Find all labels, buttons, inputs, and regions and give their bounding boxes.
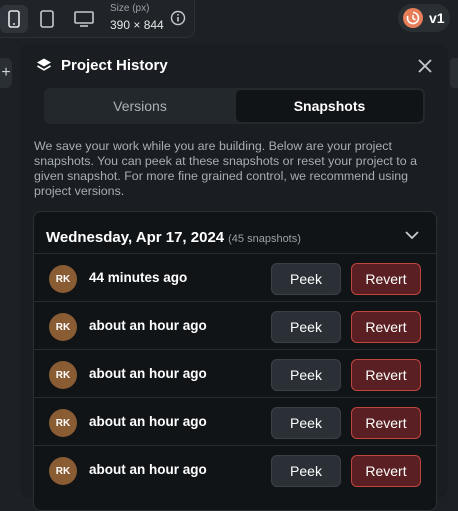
top-toolbar: Size (px) 390 × 844 v1 [0, 0, 458, 40]
group-snapshot-count: (45 snapshots) [228, 233, 301, 245]
project-history-panel: Project History Versions Snapshots We sa… [20, 43, 448, 511]
revert-button[interactable]: Revert [351, 407, 421, 439]
snapshot-time: 44 minutes ago [89, 270, 188, 285]
avatar: RK [49, 265, 77, 293]
snapshot-row: RK about an hour ago Peek Revert [34, 349, 436, 397]
snapshot-row: RK about an hour ago Peek Revert [34, 301, 436, 349]
mobile-icon [8, 10, 20, 28]
group-date: Wednesday, Apr 17, 2024 (45 snapshots) [46, 229, 301, 246]
info-icon[interactable] [170, 10, 186, 26]
tablet-device-button[interactable] [33, 5, 61, 33]
peek-button[interactable]: Peek [271, 311, 341, 343]
revert-button[interactable]: Revert [351, 359, 421, 391]
panel-title: Project History [61, 57, 168, 74]
snapshot-row: RK about an hour ago Peek Revert [34, 445, 436, 493]
snapshot-time: about an hour ago [89, 366, 207, 381]
layers-icon [37, 58, 51, 71]
peek-button[interactable]: Peek [271, 263, 341, 295]
peek-button[interactable]: Peek [271, 455, 341, 487]
desktop-device-button[interactable] [70, 5, 98, 33]
version-label: v1 [429, 10, 445, 26]
group-date-label: Wednesday, Apr 17, 2024 [46, 229, 225, 246]
history-tabs: Versions Snapshots [44, 88, 425, 124]
snapshot-group: Wednesday, Apr 17, 2024 (45 snapshots) RK… [33, 211, 437, 511]
history-icon [403, 8, 423, 28]
avatar: RK [49, 361, 77, 389]
snapshot-group-header[interactable]: Wednesday, Apr 17, 2024 (45 snapshots) [34, 212, 436, 258]
tab-snapshots[interactable]: Snapshots [236, 90, 423, 122]
revert-button[interactable]: Revert [351, 311, 421, 343]
snapshots-description: We save your work while you are building… [34, 139, 417, 198]
snapshot-row: RK 44 minutes ago Peek Revert [34, 253, 436, 301]
chevron-down-icon[interactable] [404, 229, 420, 241]
tab-versions[interactable]: Versions [46, 90, 234, 122]
avatar: RK [49, 313, 77, 341]
device-selector: Size (px) 390 × 844 [0, 0, 195, 38]
side-panel-toggle[interactable] [450, 58, 458, 88]
revert-button[interactable]: Revert [351, 263, 421, 295]
avatar: RK [49, 409, 77, 437]
peek-button[interactable]: Peek [271, 359, 341, 391]
snapshot-time: about an hour ago [89, 414, 207, 429]
size-label: Size (px) [110, 3, 150, 14]
panel-header: Project History [20, 43, 448, 89]
add-button[interactable]: + [0, 58, 12, 88]
peek-button[interactable]: Peek [271, 407, 341, 439]
version-button[interactable]: v1 [398, 4, 450, 32]
size-value[interactable]: 390 × 844 [110, 18, 164, 32]
revert-button[interactable]: Revert [351, 455, 421, 487]
desktop-icon [74, 11, 94, 27]
snapshot-time: about an hour ago [89, 318, 207, 333]
snapshot-row: RK about an hour ago Peek Revert [34, 397, 436, 445]
snapshot-time: about an hour ago [89, 462, 207, 477]
close-icon[interactable] [416, 57, 434, 75]
avatar: RK [49, 457, 77, 485]
tablet-icon [40, 10, 54, 28]
mobile-device-button[interactable] [0, 5, 28, 33]
